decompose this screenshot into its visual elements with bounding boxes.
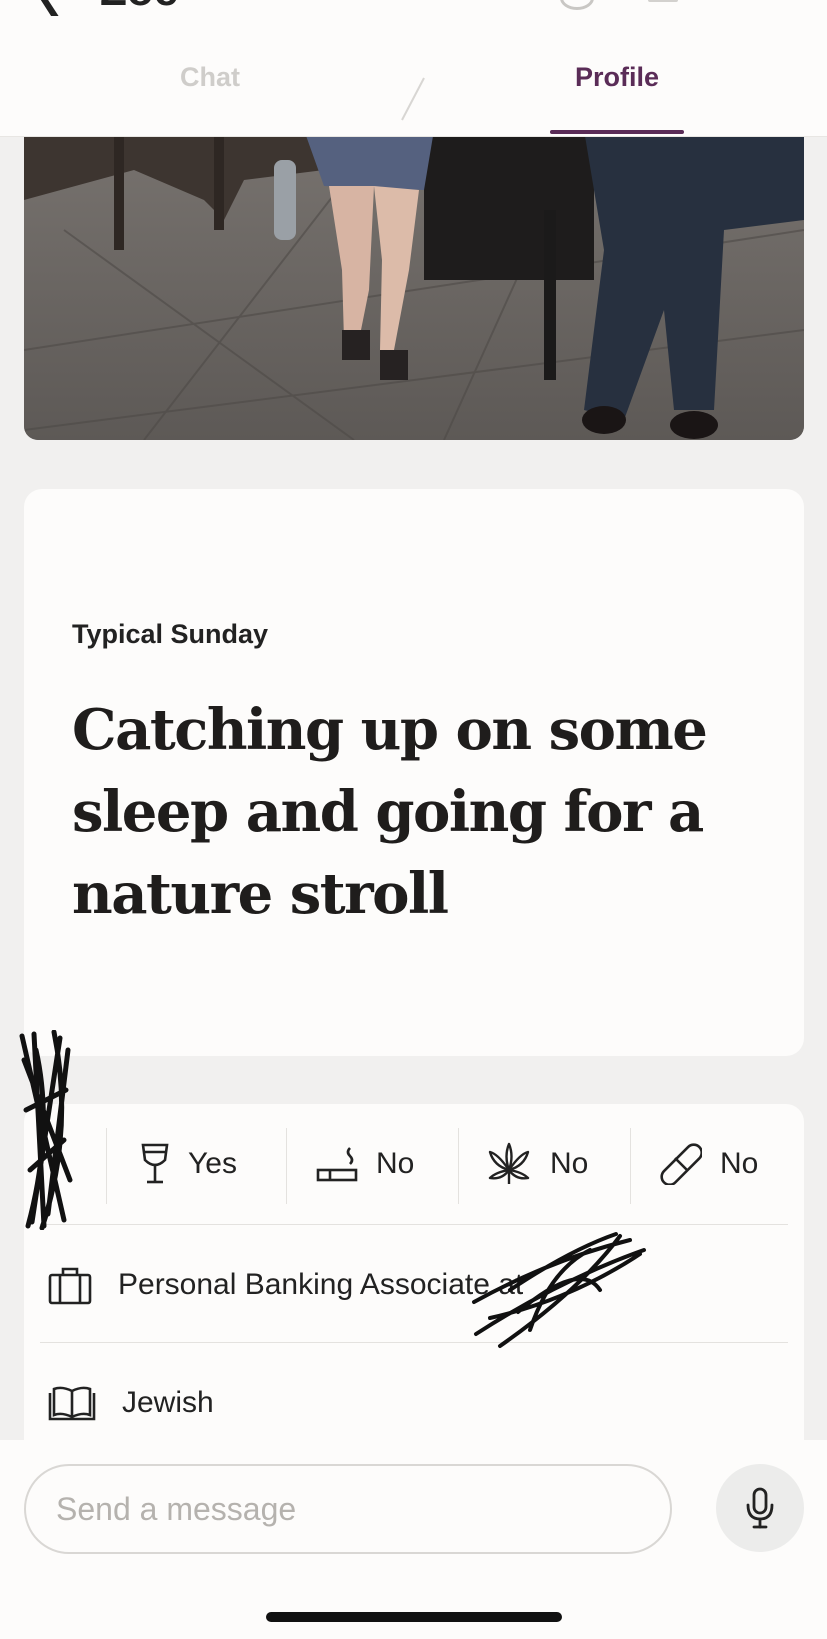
tab-divider	[401, 77, 425, 121]
divider	[40, 1342, 788, 1343]
tab-profile[interactable]: Profile	[550, 62, 684, 134]
vitals-separator	[106, 1128, 107, 1204]
vitals-separator	[286, 1128, 287, 1204]
divider	[40, 1224, 788, 1225]
message-input[interactable]	[24, 1464, 672, 1554]
vital-drinking-label: Yes	[188, 1147, 237, 1180]
header-bar: ❮ Zoe Chat Profile	[0, 0, 827, 137]
tab-active-indicator	[550, 130, 684, 134]
job-row: Personal Banking Associate at	[48, 1255, 523, 1315]
tab-profile-label: Profile	[574, 62, 660, 92]
tab-chat[interactable]: Chat	[110, 62, 310, 134]
vitals-separator	[458, 1128, 459, 1204]
vital-drugs: No	[660, 1124, 758, 1204]
match-name: Zoe	[100, 0, 178, 16]
menu-icon[interactable]	[648, 0, 678, 2]
tab-chat-label: Chat	[180, 62, 240, 92]
profile-photo[interactable]	[24, 90, 804, 440]
vital-smoking: No	[316, 1124, 414, 1204]
microphone-icon	[744, 1487, 776, 1529]
top-clip: ❮ Zoe	[0, 0, 827, 16]
job-label: Personal Banking Associate at	[118, 1268, 524, 1301]
prompt-card: Typical Sunday Catching up on some sleep…	[24, 489, 804, 1056]
vital-marijuana: No	[486, 1124, 588, 1204]
cigarette-icon	[316, 1144, 358, 1184]
vital-drinking: Yes	[140, 1124, 237, 1204]
cannabis-leaf-icon	[486, 1142, 532, 1186]
pill-icon	[660, 1143, 702, 1185]
vital-marijuana-label: No	[550, 1147, 589, 1180]
prompt-question: Typical Sunday	[72, 619, 269, 649]
more-icon[interactable]	[560, 0, 594, 10]
briefcase-icon	[48, 1265, 92, 1305]
prompt-answer: Catching up on some sleep and going for …	[72, 697, 708, 927]
book-icon	[48, 1385, 96, 1421]
vital-drugs-label: No	[720, 1147, 759, 1180]
chevron-left-icon[interactable]: ❮	[36, 0, 65, 16]
home-indicator	[266, 1612, 562, 1622]
vitals-card: Yes No No No Personal Banking Associate …	[24, 1104, 804, 1444]
vitals-separator	[630, 1128, 631, 1204]
religion-label: Jewish	[122, 1386, 214, 1419]
vital-smoking-label: No	[376, 1147, 415, 1180]
vitals-row: Yes No No No	[24, 1124, 804, 1204]
redaction-scribble	[19, 1030, 73, 1230]
religion-row: Jewish	[48, 1373, 214, 1433]
mic-button[interactable]	[716, 1464, 804, 1552]
composer-bar	[0, 1440, 827, 1639]
photo-illustration	[24, 90, 804, 440]
redaction-scribble	[472, 1232, 646, 1348]
wine-glass-icon	[140, 1142, 170, 1186]
